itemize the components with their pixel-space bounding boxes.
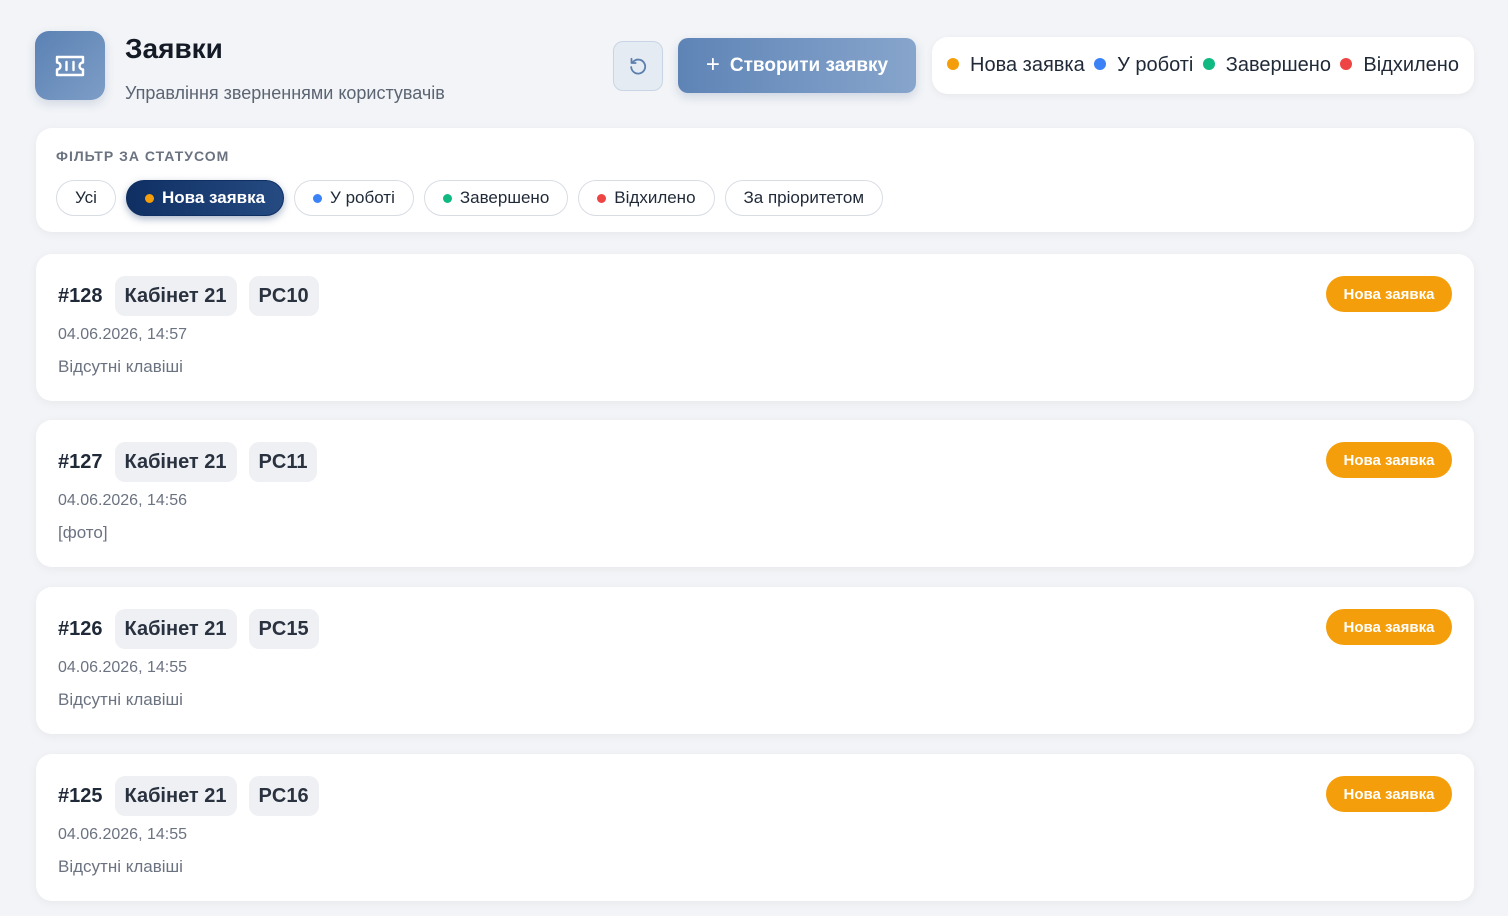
plus-icon: + [705, 50, 720, 78]
ticket-id: #126 [58, 617, 103, 640]
chip-label: Завершено [459, 188, 550, 207]
refresh-icon [630, 57, 647, 75]
ticket-date: 04.06.2026, 14:57 [58, 326, 188, 343]
ticket-card[interactable]: #125 Кабінет 21 PC16 04.06.2026, 14:55 В… [36, 754, 1474, 901]
create-ticket-button[interactable]: + Створити заявку [678, 38, 916, 93]
status-filter-panel: ФІЛЬТР ЗА СТАТУСОМ Усі Нова заявка У роб… [36, 128, 1474, 232]
status-dot [1094, 58, 1107, 70]
pc-tag: PC15 [248, 609, 319, 649]
legend-label: Відхилено [1363, 54, 1459, 76]
refresh-button[interactable] [613, 41, 663, 91]
room-tag: Кабінет 21 [114, 609, 237, 649]
page-subtitle: Управління зверненнями користувачів [125, 83, 445, 103]
status-dot [1202, 58, 1215, 70]
status-badge: Нова заявка [1326, 609, 1452, 645]
ticket-card[interactable]: #128 Кабінет 21 PC10 04.06.2026, 14:57 В… [36, 254, 1474, 401]
chip-label: За пріоритетом [743, 188, 865, 207]
ticket-id: #127 [58, 450, 103, 473]
filter-chips: Усі Нова заявка У роботі Завершено Відхи… [56, 180, 884, 216]
ticket-description: Відсутні клавіші [58, 857, 183, 876]
filter-chip-rejected[interactable]: Відхилено [578, 180, 715, 216]
filter-chip-in-progress[interactable]: У роботі [294, 180, 414, 216]
status-badge: Нова заявка [1326, 776, 1452, 812]
ticket-date: 04.06.2026, 14:55 [58, 826, 188, 843]
legend-label: У роботі [1117, 54, 1194, 76]
chip-label: Усі [75, 188, 97, 207]
status-dot [442, 193, 452, 203]
ticket-header: #125 Кабінет 21 PC16 [58, 776, 319, 816]
filter-chip-priority[interactable]: За пріоритетом [724, 180, 884, 216]
ticket-description: Відсутні клавіші [58, 690, 183, 709]
legend-item-done: Завершено [1202, 54, 1331, 77]
chip-label: Нова заявка [161, 188, 266, 207]
filter-chip-done[interactable]: Завершено [423, 180, 569, 216]
ticket-header: #127 Кабінет 21 PC11 [58, 442, 318, 482]
status-badge: Нова заявка [1326, 442, 1452, 478]
room-tag: Кабінет 21 [114, 442, 237, 482]
ticket-card[interactable]: #126 Кабінет 21 PC15 04.06.2026, 14:55 В… [36, 587, 1474, 734]
ticket-id: #125 [58, 784, 103, 807]
ticket-icon [55, 55, 85, 76]
ticket-date: 04.06.2026, 14:56 [58, 492, 188, 509]
legend-item-rejected: Відхилено [1340, 54, 1459, 77]
pc-tag: PC10 [248, 276, 319, 316]
legend-item-in-progress: У роботі [1094, 54, 1193, 77]
legend-item-new: Нова заявка [947, 54, 1085, 77]
status-dot [597, 193, 607, 203]
status-dot [313, 193, 323, 203]
ticket-header: #128 Кабінет 21 PC10 [58, 276, 319, 316]
pc-tag: PC11 [248, 442, 318, 482]
filter-chip-all[interactable]: Усі [56, 180, 116, 216]
filter-chip-new[interactable]: Нова заявка [125, 180, 285, 216]
filter-label: ФІЛЬТР ЗА СТАТУСОМ [56, 148, 230, 164]
status-legend: Нова заявка У роботі Завершено Відхилено [932, 37, 1474, 94]
status-dot [947, 58, 959, 70]
page-title: Заявки [125, 33, 223, 64]
ticket-date: 04.06.2026, 14:55 [58, 659, 188, 676]
room-tag: Кабінет 21 [114, 276, 237, 316]
legend-label: Нова заявка [970, 54, 1085, 76]
chip-label: Відхилено [614, 188, 696, 207]
status-dot [144, 193, 154, 203]
status-badge: Нова заявка [1326, 276, 1452, 312]
pc-tag: PC16 [248, 776, 319, 816]
legend-label: Завершено [1225, 54, 1331, 76]
status-dot [1340, 58, 1353, 70]
room-tag: Кабінет 21 [114, 776, 237, 816]
ticket-id: #128 [58, 284, 103, 307]
ticket-card[interactable]: #127 Кабінет 21 PC11 04.06.2026, 14:56 [… [36, 420, 1474, 567]
ticket-description: [фото] [58, 523, 108, 542]
ticket-description: Відсутні клавіші [58, 357, 183, 376]
chip-label: У роботі [330, 188, 395, 207]
create-ticket-label: Створити заявку [729, 54, 889, 76]
app-logo [35, 31, 105, 100]
ticket-header: #126 Кабінет 21 PC15 [58, 609, 319, 649]
